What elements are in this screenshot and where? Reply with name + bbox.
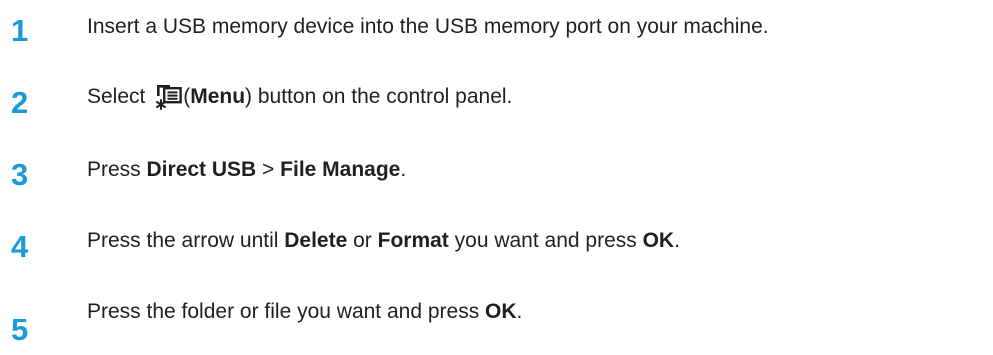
step-2: 2 Select (Menu) button on the control pa… [0,80,993,120]
step-bold: Menu [190,85,246,108]
step-text-part: Press the folder or file you want and pr… [87,300,486,323]
step-bold: File Manage [280,158,401,181]
step-text: Press Direct USB > File Manage. [87,157,406,183]
step-text: Press the folder or file you want and pr… [87,299,522,325]
step-number: 5 [11,312,29,347]
step-text: Select (Menu) button on the control pane… [87,84,512,110]
step-bold: Delete [284,229,348,252]
menu-icon [155,84,183,110]
step-text: Insert a USB memory device into the USB … [87,15,769,38]
step-text-part: > [256,158,281,181]
step-text-part: Press the arrow until [87,229,285,252]
step-number: 3 [11,157,29,192]
step-text: Press the arrow until Delete or Format y… [87,228,680,254]
step-4: 4 Press the arrow until Delete or Format… [0,224,993,264]
step-text-part: . [674,229,680,252]
step-5: 5 Press the folder or file you want and … [0,296,993,345]
step-1: 1 Insert a USB memory device into the US… [0,8,993,48]
step-bold: Format [377,229,449,252]
step-text-part: . [400,158,407,181]
step-bold: OK [642,229,675,252]
step-text-part: Press [87,158,147,181]
instruction-steps: 1 Insert a USB memory device into the US… [0,0,993,355]
step-text-part: . [516,300,523,323]
step-text-part: or [347,229,378,252]
step-number: 4 [11,229,29,264]
step-number: 2 [11,85,29,120]
step-bold: OK [485,300,517,323]
step-number: 1 [11,13,29,48]
step-bold: Direct USB [146,158,257,181]
step-text-part: ) button on the control panel. [245,85,513,108]
step-3: 3 Press Direct USB > File Manage. [0,152,993,192]
step-text-part: Select [87,85,152,108]
step-text-part: you want and press [448,229,643,252]
